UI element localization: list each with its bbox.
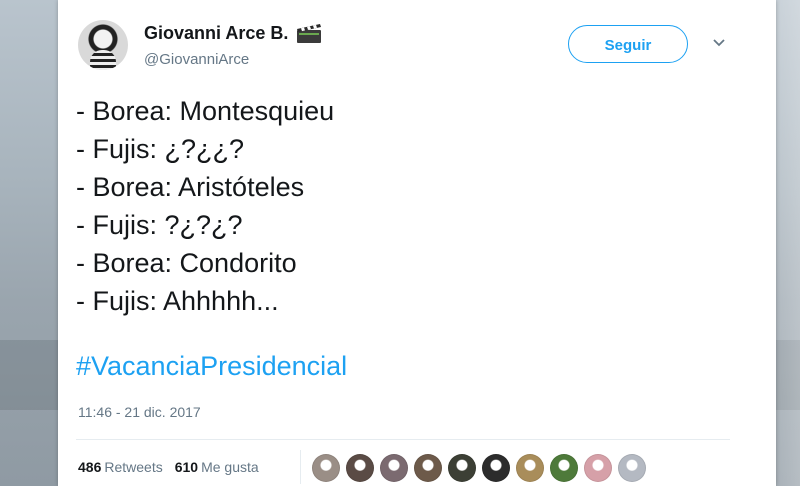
- liker-avatar[interactable]: [380, 454, 408, 482]
- retweets-count: 486: [78, 459, 102, 475]
- liker-avatar[interactable]: [550, 454, 578, 482]
- tweet-line: - Fujis: Ahhhhh...: [76, 286, 279, 316]
- liker-avatar[interactable]: [312, 454, 340, 482]
- retweets-stat[interactable]: 486 Retweets: [78, 459, 163, 475]
- tweet-line: - Borea: Aristóteles: [76, 172, 305, 202]
- tweet-card: Giovanni Arce B. @GiovanniArce Seguir - …: [58, 0, 776, 486]
- liker-avatar[interactable]: [482, 454, 510, 482]
- liker-avatar[interactable]: [414, 454, 442, 482]
- author-handle[interactable]: @GiovanniArce: [144, 51, 249, 68]
- tweet-stats: 486 Retweets 610 Me gusta: [78, 459, 271, 475]
- stats-divider: [300, 450, 301, 484]
- author-avatar[interactable]: [78, 20, 128, 70]
- clapperboard-icon: [297, 24, 322, 43]
- hashtag-link[interactable]: #VacanciaPresidencial: [76, 351, 347, 382]
- liker-avatar[interactable]: [516, 454, 544, 482]
- retweets-label: Retweets: [104, 459, 163, 475]
- liker-avatar[interactable]: [448, 454, 476, 482]
- tweet-line: - Borea: Montesquieu: [76, 96, 335, 126]
- follow-button[interactable]: Seguir: [568, 25, 688, 63]
- tweet-line: - Fujis: ?¿?¿?: [76, 210, 243, 240]
- likes-count: 610: [174, 459, 199, 475]
- tweet-text: - Borea: Montesquieu - Fujis: ¿?¿¿? - Bo…: [76, 92, 334, 320]
- liker-avatar[interactable]: [584, 454, 612, 482]
- tweet-timestamp[interactable]: 11:46 - 21 dic. 2017: [78, 404, 201, 420]
- tweet-line: - Fujis: ¿?¿¿?: [76, 134, 245, 164]
- liker-avatar[interactable]: [346, 454, 374, 482]
- divider: [76, 439, 730, 440]
- chevron-down-icon[interactable]: [712, 38, 726, 48]
- author-name-line: Giovanni Arce B.: [144, 22, 322, 44]
- likers-avatars: [312, 454, 652, 482]
- tweet-line: - Borea: Condorito: [76, 248, 297, 278]
- likes-label: Me gusta: [201, 459, 259, 475]
- liker-avatar[interactable]: [618, 454, 646, 482]
- likes-stat[interactable]: 610 Me gusta: [175, 459, 259, 475]
- author-display-name[interactable]: Giovanni Arce B.: [144, 23, 288, 44]
